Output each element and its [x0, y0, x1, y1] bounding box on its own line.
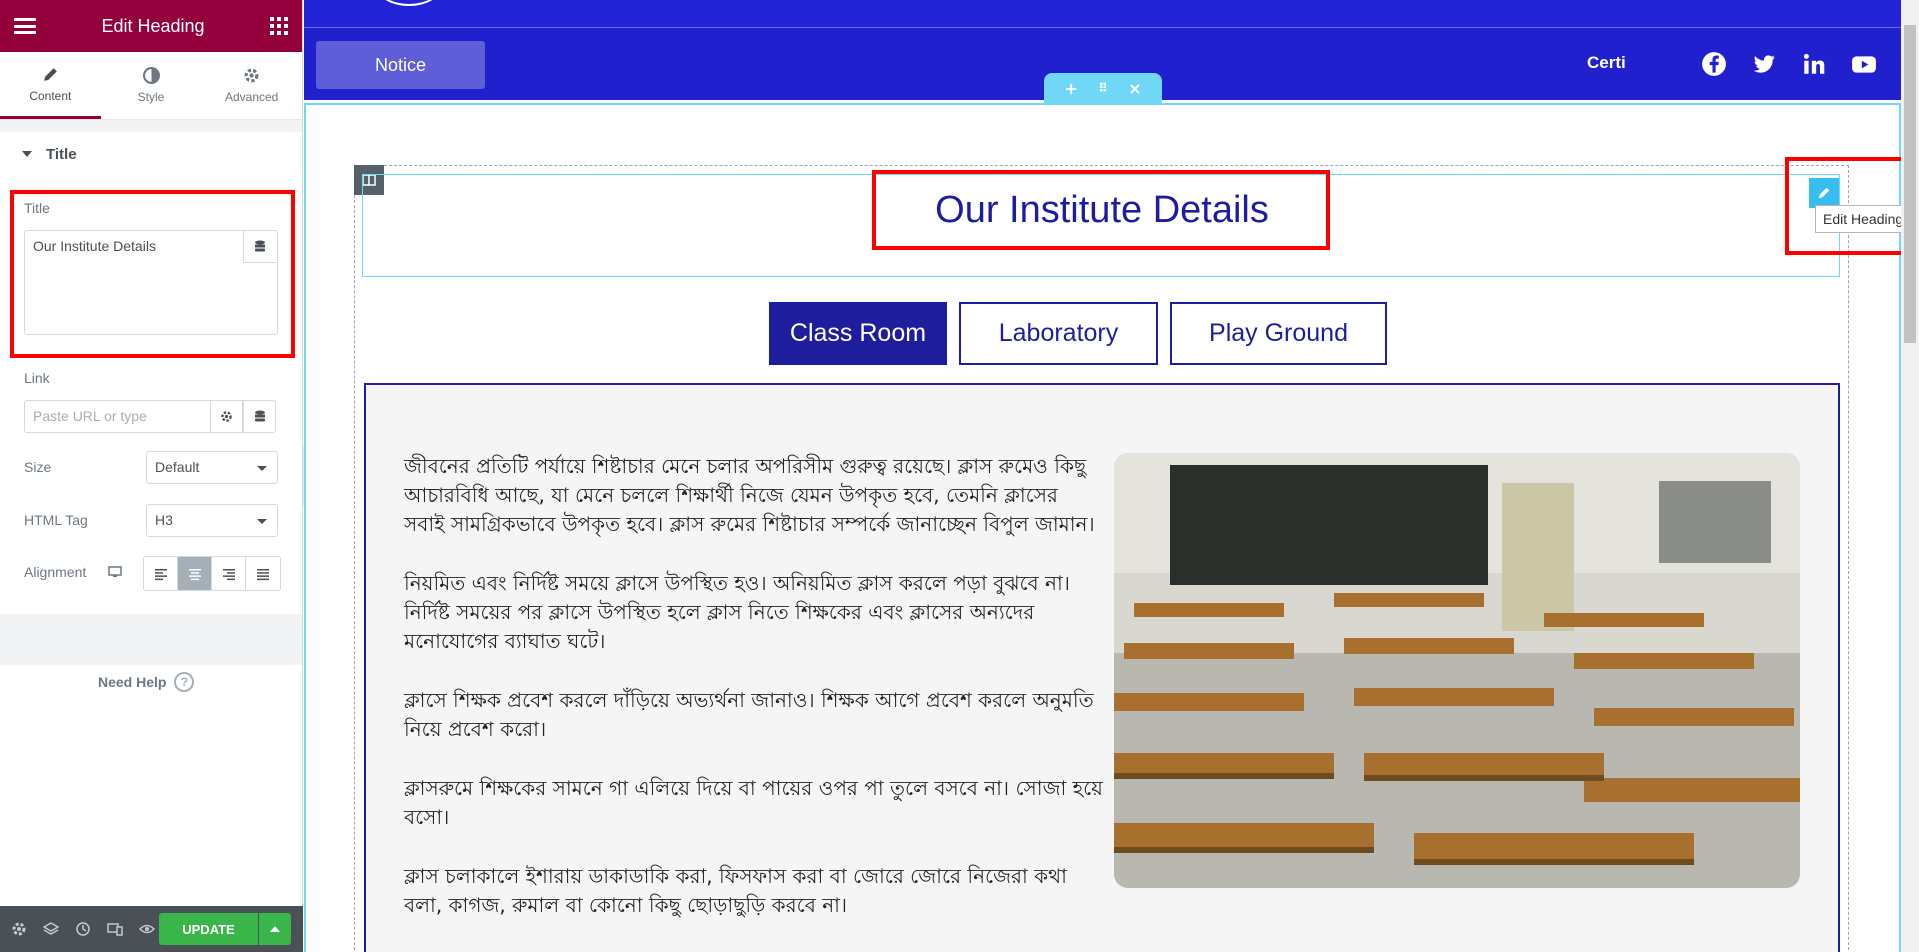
close-icon[interactable]: × [1128, 79, 1141, 98]
settings-icon[interactable] [8, 918, 30, 940]
page-scrollbar[interactable] [1901, 0, 1919, 952]
top-strip [304, 0, 1901, 28]
panel-title: Edit Heading [101, 15, 205, 36]
alignment-label: Alignment [24, 564, 87, 580]
database-icon [255, 240, 265, 252]
tab-play-ground[interactable]: Play Ground [1170, 302, 1387, 365]
editor-panel: Edit Heading Content Style Advanced Titl… [0, 0, 303, 952]
tab-advanced[interactable]: Advanced [201, 52, 302, 119]
certi-link[interactable]: Certi [1587, 53, 1626, 73]
tab-content-label: Content [29, 88, 72, 103]
link-input[interactable]: Paste URL or type [24, 400, 211, 433]
gear-icon [244, 68, 259, 83]
content-text: জীবনের প্রতিটি পর্যায়ে শিষ্টাচার মেনে চ… [404, 452, 1104, 950]
align-right-icon [222, 568, 235, 580]
link-dynamic-tags-button[interactable] [243, 400, 276, 433]
content-tabs: Class Room Laboratory Play Ground [769, 302, 1387, 365]
need-help-link[interactable]: Need Help ? [98, 672, 195, 692]
section-title-toggle[interactable]: Title [0, 132, 302, 176]
linkedin-icon[interactable] [1800, 50, 1828, 78]
site-logo [374, 0, 444, 6]
html-tag-select[interactable]: H3 [146, 504, 278, 537]
paragraph: ক্লাসরুমে শিক্ষকের সামনে গা এলিয়ে দিয়ে… [404, 776, 1103, 829]
html-tag-label: HTML Tag [24, 512, 88, 528]
menu-icon[interactable] [14, 18, 36, 34]
link-options-button[interactable] [210, 400, 243, 433]
section-title-label: Title [46, 145, 77, 163]
contrast-icon [142, 67, 160, 84]
layers-icon[interactable] [40, 918, 62, 940]
desktop-icon[interactable] [108, 566, 122, 578]
drag-handle-icon[interactable]: ⠿ [1098, 81, 1107, 95]
align-center-icon [188, 568, 201, 580]
eye-icon[interactable] [136, 918, 158, 940]
gear-icon [221, 411, 232, 422]
panel-footer: UPDATE [0, 906, 303, 952]
tab-content[interactable]: Content [0, 52, 101, 119]
align-left-icon [154, 568, 167, 580]
database-icon [254, 410, 265, 422]
paragraph: নিয়মিত এবং নির্দিষ্ট সময়ে ক্লাসে উপস্থ… [404, 571, 1070, 653]
update-button[interactable]: UPDATE [159, 913, 258, 945]
align-left-button[interactable] [144, 557, 178, 590]
paragraph: ক্লাস চলাকালে ইশারায় ডাকাডাকি করা, ফিসফ… [404, 864, 1067, 917]
notice-button[interactable]: Notice [316, 41, 485, 89]
question-icon: ? [174, 672, 195, 692]
responsive-icon[interactable] [104, 918, 126, 940]
youtube-icon[interactable] [1850, 50, 1878, 78]
page-preview: Notice Certi + ⠿ × Our Institute Details… [304, 0, 1901, 952]
chevron-up-icon [270, 926, 280, 932]
tab-class-room[interactable]: Class Room [769, 302, 947, 365]
need-help-label: Need Help [98, 674, 167, 690]
panel-tabs: Content Style Advanced [0, 52, 302, 120]
section-handle: + ⠿ × [1044, 73, 1162, 103]
align-right-button[interactable] [212, 557, 246, 590]
link-field-label: Link [24, 370, 50, 386]
scrollbar-thumb[interactable] [1904, 25, 1916, 343]
add-section-icon[interactable]: + [1064, 79, 1077, 98]
pencil-icon [43, 67, 57, 81]
dynamic-tags-button[interactable] [243, 231, 276, 263]
classroom-image [1114, 453, 1800, 888]
paragraph: ক্লাসে শিক্ষক প্রবেশ করলে দাঁড়িয়ে অভ্য… [404, 688, 1094, 741]
align-justify-button[interactable] [246, 557, 280, 590]
tab-laboratory[interactable]: Laboratory [959, 302, 1158, 365]
align-center-button[interactable] [178, 557, 212, 590]
heading-highlight [872, 170, 1330, 250]
panel-header: Edit Heading [0, 0, 302, 52]
facebook-icon[interactable] [1700, 50, 1728, 78]
title-field-label: Title [24, 200, 50, 216]
tab-style[interactable]: Style [101, 52, 202, 119]
alignment-buttons [143, 556, 281, 591]
size-select[interactable]: Default [146, 451, 278, 484]
tab-style-label: Style [137, 90, 165, 104]
twitter-icon[interactable] [1750, 50, 1778, 78]
widgets-grid-icon[interactable] [269, 17, 288, 35]
update-options-button[interactable] [259, 913, 291, 945]
size-label: Size [24, 459, 52, 475]
history-icon[interactable] [72, 918, 94, 940]
tab-advanced-label: Advanced [224, 90, 279, 104]
align-justify-icon [257, 568, 269, 580]
paragraph: জীবনের প্রতিটি পর্যায়ে শিষ্টাচার মেনে চ… [404, 454, 1095, 536]
edit-heading-tooltip: Edit Heading [1815, 205, 1901, 233]
caret-down-icon [22, 151, 32, 157]
title-textarea[interactable]: Our Institute Details [24, 230, 278, 335]
